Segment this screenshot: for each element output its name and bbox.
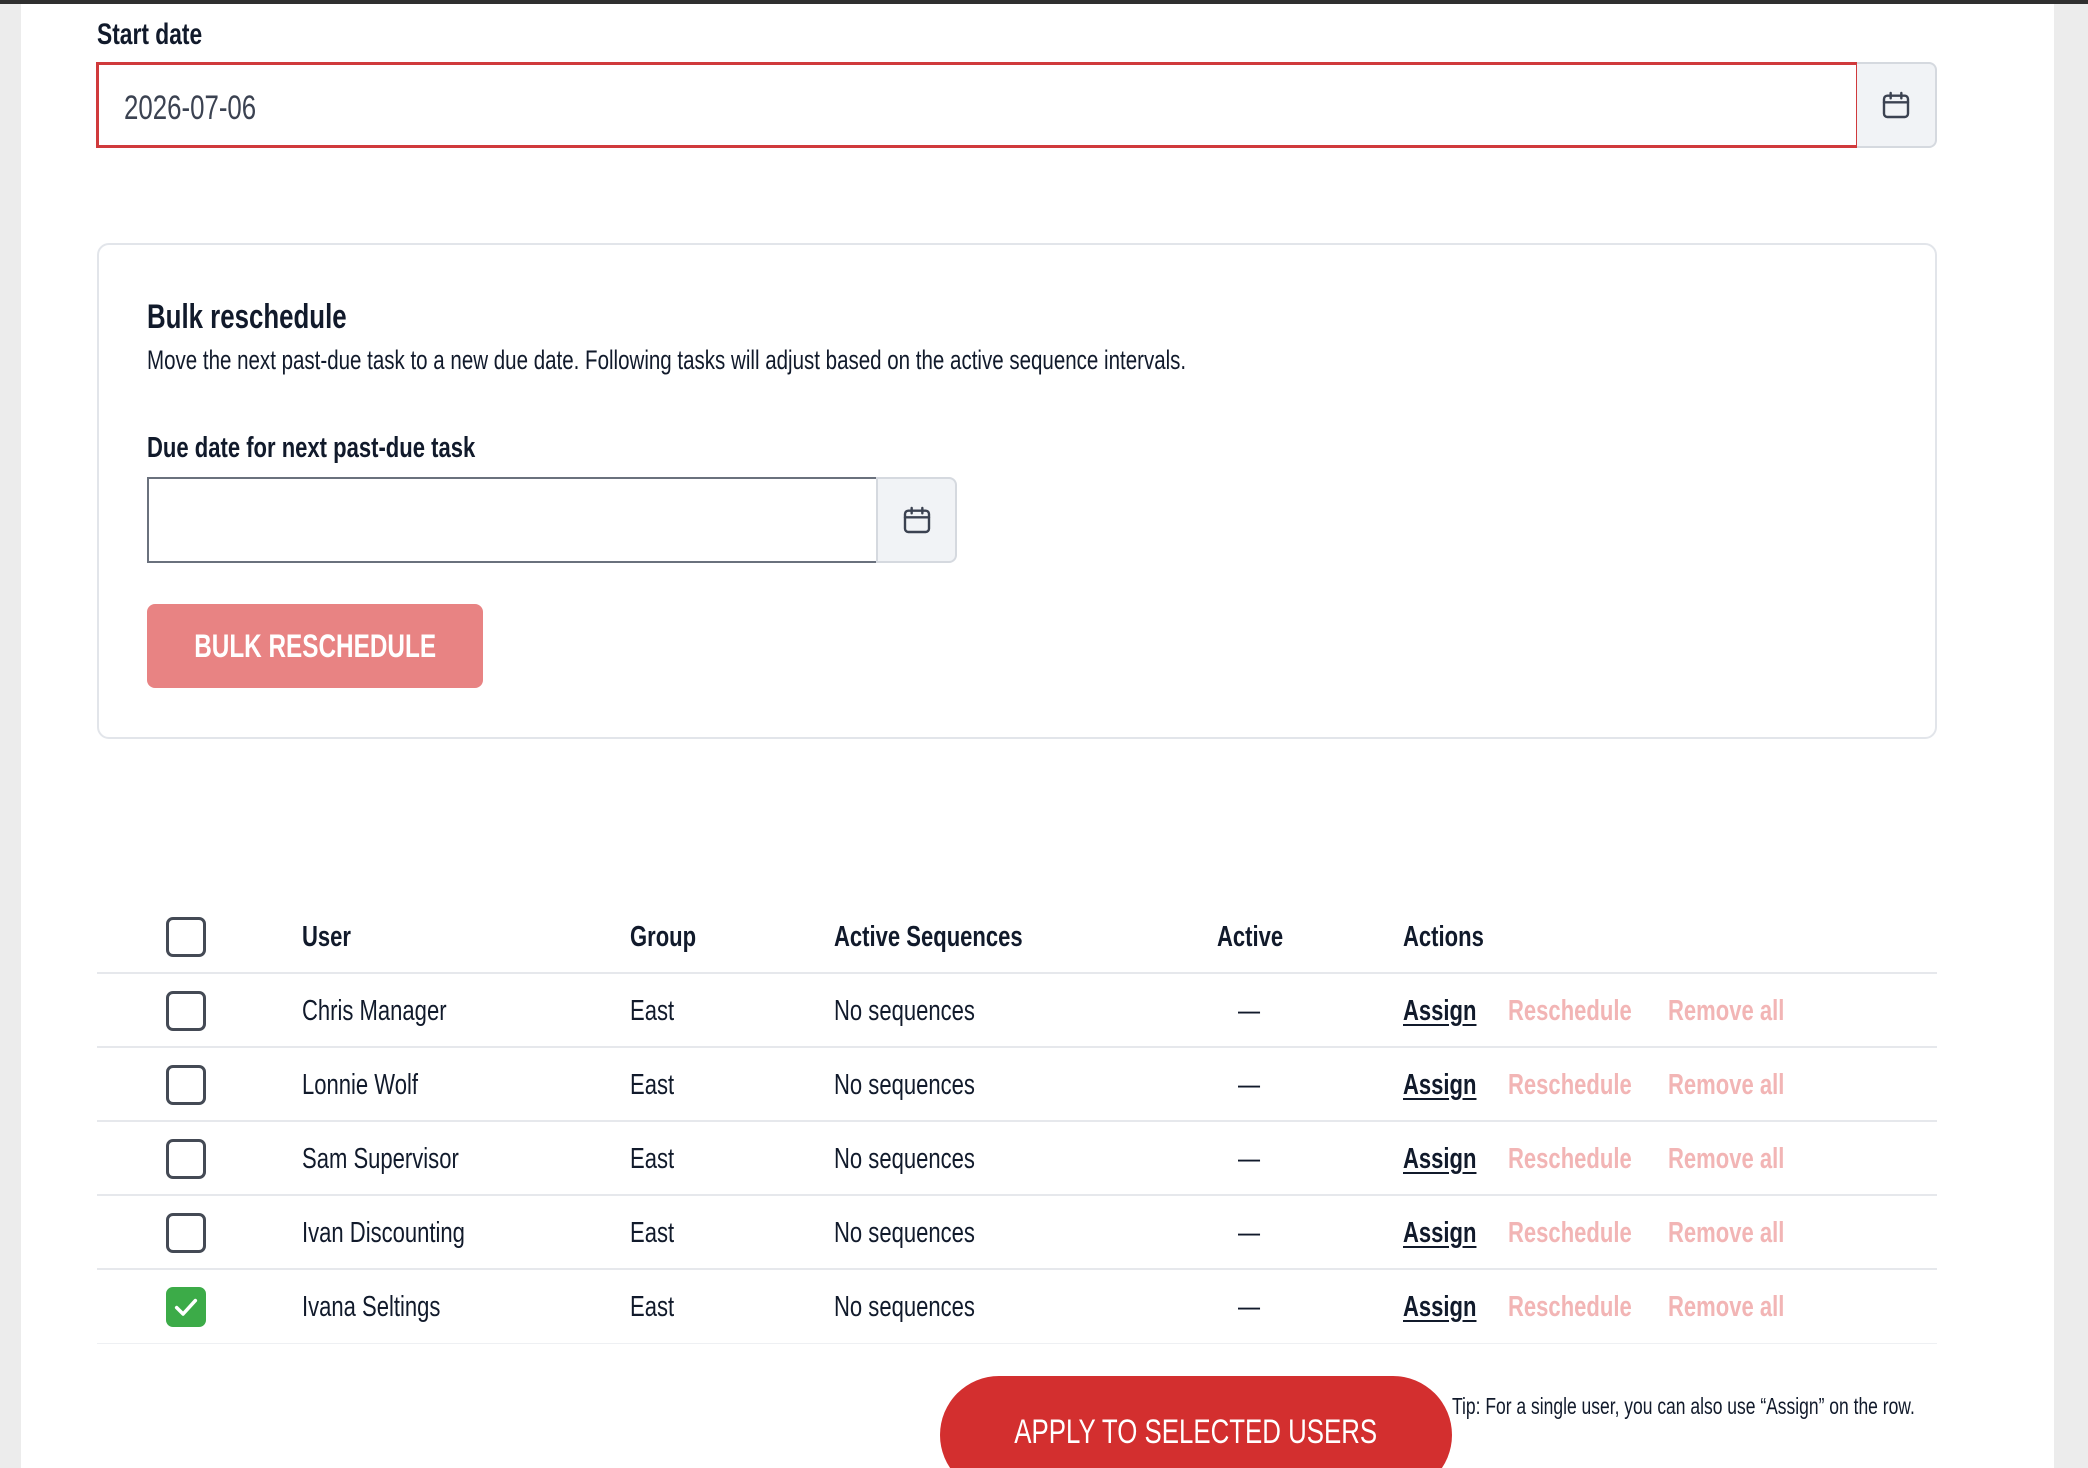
table-row: Lonnie Wolf East No sequences — Assign Resche… — [97, 1048, 1937, 1122]
start-date-value: 2026-07-06 — [124, 89, 257, 127]
reschedule-link[interactable]: Reschedule — [1508, 1122, 1671, 1196]
cell-user: Sam Supervisor — [302, 1142, 459, 1175]
row-select-checkbox[interactable] — [166, 1065, 206, 1105]
due-date-calendar-button[interactable] — [876, 477, 957, 563]
table-row: Chris Manager East No sequences — Assign Resc… — [97, 974, 1937, 1048]
check-icon — [174, 1298, 198, 1316]
cell-group: East — [630, 994, 675, 1027]
cell-user: Ivana Seltings — [302, 1290, 441, 1323]
cell-group: East — [630, 1142, 675, 1175]
cell-active: — — [1238, 1068, 1261, 1101]
start-date-calendar-button[interactable] — [1857, 62, 1937, 148]
bulk-reschedule-button[interactable]: BULK RESCHEDULE — [147, 604, 483, 688]
cell-active-sequences: No sequences — [834, 1216, 975, 1249]
start-date-input[interactable]: 2026-07-06 — [96, 62, 1859, 148]
remove-all-link[interactable]: Remove all — [1668, 1196, 1821, 1270]
cell-active-sequences: No sequences — [834, 994, 975, 1027]
row-select-checkbox[interactable] — [166, 1139, 206, 1179]
assign-link[interactable]: Assign — [1403, 1122, 1500, 1196]
remove-all-link[interactable]: Remove all — [1668, 1122, 1821, 1196]
row-select-checkbox[interactable] — [166, 1287, 206, 1327]
header-group: Group — [630, 920, 697, 953]
reschedule-link[interactable]: Reschedule — [1508, 1048, 1671, 1122]
apply-to-selected-users-button[interactable]: APPLY TO SELECTED USERS — [940, 1376, 1452, 1468]
due-date-label: Due date for next past-due task — [147, 432, 476, 464]
users-table: User Group Active Sequences Active Actio… — [97, 900, 1937, 1348]
remove-all-link[interactable]: Remove all — [1668, 974, 1821, 1048]
due-date-input[interactable] — [147, 477, 878, 563]
bulk-reschedule-title: Bulk reschedule — [147, 298, 347, 336]
header-user: User — [302, 920, 352, 953]
header-active-sequences: Active Sequences — [834, 920, 1023, 953]
row-select-checkbox[interactable] — [166, 991, 206, 1031]
cell-active-sequences: No sequences — [834, 1068, 975, 1101]
reschedule-link[interactable]: Reschedule — [1508, 1196, 1671, 1270]
header-actions: Actions — [1403, 920, 1484, 953]
cell-active: — — [1238, 1142, 1261, 1175]
table-header-row: User Group Active Sequences Active Actio… — [97, 900, 1937, 974]
assign-link[interactable]: Assign — [1403, 1048, 1500, 1122]
row-select-checkbox[interactable] — [166, 1213, 206, 1253]
cell-active: — — [1238, 1216, 1261, 1249]
cell-group: East — [630, 1216, 675, 1249]
start-date-label: Start date — [97, 18, 203, 51]
cell-group: East — [630, 1068, 675, 1101]
assign-link[interactable]: Assign — [1403, 1196, 1500, 1270]
bulk-reschedule-description: Move the next past-due task to a new due… — [147, 345, 1187, 375]
cell-active: — — [1238, 1290, 1261, 1323]
cell-active: — — [1238, 994, 1261, 1027]
table-row: Ivan Discounting East No sequences — Assign R… — [97, 1196, 1937, 1270]
remove-all-link[interactable]: Remove all — [1668, 1270, 1821, 1344]
assign-link[interactable]: Assign — [1403, 1270, 1500, 1344]
assign-link[interactable]: Assign — [1403, 974, 1500, 1048]
remove-all-link[interactable]: Remove all — [1668, 1048, 1821, 1122]
assign-tip: Tip: For a single user, you can also use… — [1452, 1393, 1915, 1419]
table-row: Ivana Seltings East No sequences — Assign Res… — [97, 1270, 1937, 1344]
reschedule-link[interactable]: Reschedule — [1508, 974, 1671, 1048]
header-active: Active — [1217, 920, 1284, 953]
select-all-checkbox[interactable] — [166, 917, 206, 957]
calendar-icon — [1882, 91, 1910, 119]
calendar-icon — [903, 506, 930, 534]
reschedule-link[interactable]: Reschedule — [1508, 1270, 1671, 1344]
cell-user: Lonnie Wolf — [302, 1068, 418, 1101]
cell-group: East — [630, 1290, 675, 1323]
cell-user: Ivan Discounting — [302, 1216, 465, 1249]
cell-active-sequences: No sequences — [834, 1142, 975, 1175]
table-row: Sam Supervisor East No sequences — Assign Res… — [97, 1122, 1937, 1196]
cell-active-sequences: No sequences — [834, 1290, 975, 1323]
cell-user: Chris Manager — [302, 994, 447, 1027]
